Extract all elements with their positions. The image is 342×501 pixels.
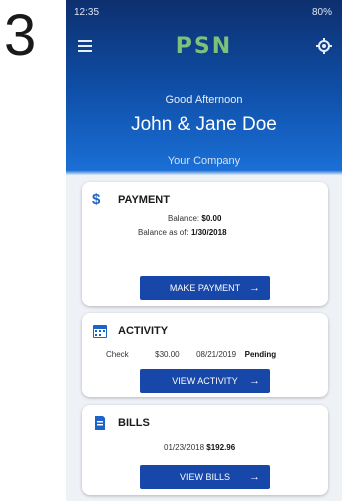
arrow-right-icon: → [249, 282, 260, 294]
activity-card: ACTIVITY Check $30.00 08/21/2019 Pending… [82, 313, 328, 397]
payment-card: $ PAYMENT Balance: $0.00 Balance as of: … [82, 182, 328, 306]
calendar-icon [93, 325, 107, 338]
view-activity-label: VIEW ACTIVITY [172, 376, 238, 386]
balance-label: Balance: [168, 214, 200, 223]
arrow-right-icon: → [249, 375, 260, 387]
status-time: 12:35 [74, 7, 100, 18]
balance-row: Balance: $0.00 [168, 214, 221, 223]
bill-document-icon [95, 416, 105, 430]
balance-asof-label: Balance as of: [138, 228, 189, 237]
view-activity-button[interactable]: VIEW ACTIVITY → [140, 369, 270, 393]
activity-status: Pending [244, 350, 277, 359]
arrow-right-icon: → [249, 471, 260, 483]
app-logo: PSN [175, 34, 233, 59]
dollar-icon: $ [92, 191, 101, 208]
activity-amount: $30.00 [155, 350, 180, 359]
user-name: John & Jane Doe [131, 114, 277, 135]
hamburger-menu-icon[interactable] [78, 40, 92, 52]
status-bar: 12:35 80% [66, 0, 342, 24]
bill-date: 01/23/2018 [164, 443, 205, 452]
bill-amount: $192.96 [206, 443, 236, 452]
company-name: Your Company [167, 155, 241, 167]
bills-card: BILLS 01/23/2018 $192.96 VIEW BILLS → [82, 405, 328, 495]
make-payment-label: MAKE PAYMENT [169, 283, 241, 293]
phone-screen: 12:35 80% PSN Good Afternoon John & Jane… [66, 0, 342, 501]
make-payment-button[interactable]: MAKE PAYMENT → [140, 276, 270, 300]
balance-asof-row: Balance as of: 1/30/2018 [138, 228, 227, 237]
app-bar: PSN [66, 24, 342, 70]
activity-title: ACTIVITY [118, 325, 169, 337]
payment-title: PAYMENT [118, 194, 170, 206]
status-battery: 80% [311, 7, 332, 18]
activity-row: Check $30.00 08/21/2019 Pending [106, 350, 276, 359]
view-bills-label: VIEW BILLS [179, 472, 231, 482]
view-bills-button[interactable]: VIEW BILLS → [140, 465, 270, 489]
settings-gear-icon[interactable] [316, 38, 332, 54]
bills-title: BILLS [118, 417, 150, 429]
balance-asof-value: 1/30/2018 [190, 228, 227, 237]
step-number: 3 [4, 3, 37, 68]
activity-type: Check [106, 350, 129, 359]
greeting-text: Good Afternoon [165, 94, 243, 106]
activity-date: 08/21/2019 [196, 350, 237, 359]
bill-row: 01/23/2018 $192.96 [164, 443, 235, 452]
balance-value: $0.00 [201, 214, 222, 223]
